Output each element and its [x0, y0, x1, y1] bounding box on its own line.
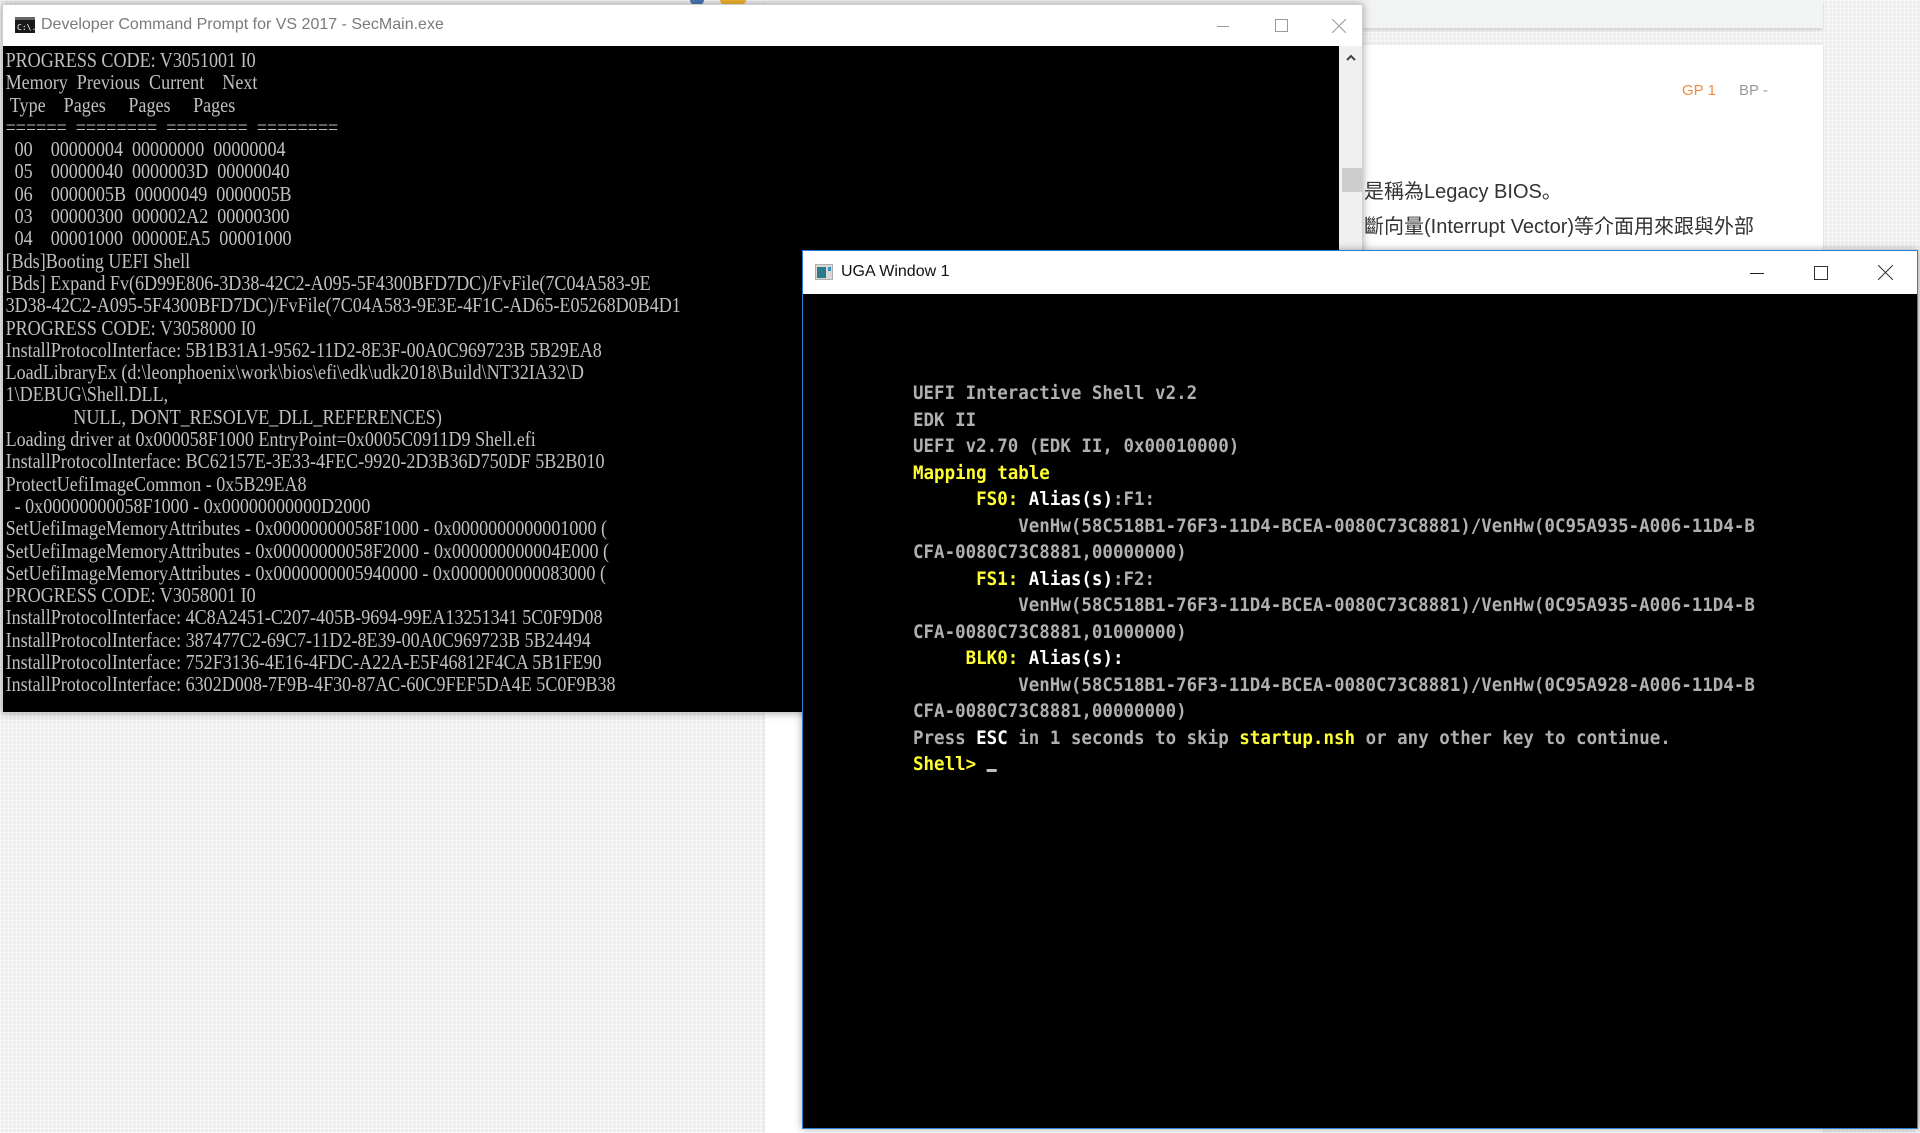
- console-line: SetUefiImageMemoryAttributes - 0x0000000…: [5, 516, 608, 541]
- console-line: 03 00000300 000002A2 00000300: [5, 204, 290, 229]
- svg-text:C:\.: C:\.: [17, 23, 35, 32]
- alias-label: Alias(s): [1018, 647, 1113, 669]
- maximize-icon: [1274, 19, 1288, 32]
- shell-prompt: Shell>: [913, 753, 987, 775]
- colon: :: [1007, 567, 1019, 590]
- console-line: LoadLibraryEx (d:\leonphoenix\work\bios\…: [5, 360, 584, 385]
- close-button[interactable]: [1853, 251, 1917, 294]
- console-line: 3D38-42C2-A095-5F4300BFD7DC)/FvFile(7C04…: [5, 293, 681, 318]
- shell-version: UEFI v2.70 (EDK II, 0x00010000): [913, 435, 1240, 457]
- console-line: Loading driver at 0x000058F1000 EntryPoi…: [5, 427, 536, 452]
- device-path: VenHw(58C518B1-76F3-11D4-BCEA-0080C73C88…: [913, 514, 1755, 537]
- console-line: InstallProtocolInterface: 387477C2-69C7-…: [5, 627, 591, 652]
- console-window-title: Developer Command Prompt for VS 2017 - S…: [41, 16, 444, 33]
- device-path: CFA-0080C73C8881,00000000): [913, 700, 1187, 722]
- text-cursor[interactable]: [986, 769, 997, 772]
- mapping-name: FS0: [976, 488, 1008, 510]
- console-line: InstallProtocolInterface: 6302D008-7F9B-…: [5, 672, 616, 697]
- alias-label: Alias(s): [1018, 488, 1113, 510]
- console-line: PROGRESS CODE: V3051001 I0: [5, 48, 256, 72]
- device-path: VenHw(58C518B1-76F3-11D4-BCEA-0080C73C88…: [913, 673, 1755, 696]
- startup-message: Press: [913, 726, 977, 749]
- console-line: PROGRESS CODE: V3058001 I0: [5, 583, 256, 608]
- console-line: 06 0000005B 00000049 0000005B: [5, 181, 292, 206]
- console-line: SetUefiImageMemoryAttributes - 0x0000000…: [5, 560, 607, 585]
- console-line: 1\DEBUG\Shell.DLL,: [5, 382, 169, 407]
- scroll-up-button[interactable]: [1339, 46, 1362, 68]
- console-line: InstallProtocolInterface: 752F3136-4E16-…: [5, 650, 602, 675]
- mapping-name: FS1: [976, 567, 1008, 590]
- device-path: VenHw(58C518B1-76F3-11D4-BCEA-0080C73C88…: [913, 594, 1755, 616]
- uga-title-bar[interactable]: UGA Window 1: [803, 251, 1917, 294]
- alias-label: Alias(s): [1018, 567, 1113, 590]
- console-line: 05 00000040 0000003D 00000040: [5, 159, 290, 184]
- alias-value: :: [1112, 647, 1124, 669]
- console-line: PROGRESS CODE: V3058000 I0: [5, 315, 256, 340]
- console-line: - 0x00000000058F1000 - 0x00000000000D200…: [5, 493, 371, 518]
- gp-score[interactable]: GP 1: [1682, 82, 1716, 99]
- cmd-icon: C:\.: [15, 17, 36, 38]
- colon: :: [1007, 647, 1019, 669]
- console-line: 00 00000004 00000000 00000004: [5, 137, 286, 162]
- console-line: [Bds]Booting UEFI Shell: [5, 248, 191, 273]
- console-line: ProtectUefiImageCommon - 0x5B29EA8: [5, 471, 307, 496]
- uefi-shell-screen[interactable]: UEFI Interactive Shell v2.2 EDK II UEFI …: [803, 294, 1917, 1128]
- uefi-shell-output: UEFI Interactive Shell v2.2 EDK II UEFI …: [913, 380, 1755, 778]
- mapping-table-title: Mapping table: [913, 461, 1050, 484]
- console-line: InstallProtocolInterface: BC62157E-3E33-…: [5, 449, 605, 474]
- shell-banner: EDK II: [913, 408, 977, 431]
- startup-script-name: startup.nsh: [1239, 726, 1356, 749]
- console-line: ====== ======== ======== ========: [5, 114, 339, 139]
- article-text-line: 斷向量(Interrupt Vector)等介面用來跟與外部: [1364, 216, 1755, 238]
- esc-key: ESC: [976, 726, 1008, 749]
- close-button[interactable]: [1316, 5, 1362, 46]
- minimize-icon: [1750, 267, 1764, 279]
- alias-value: :F1:: [1112, 488, 1156, 510]
- console-line: Memory Previous Current Next: [5, 70, 258, 95]
- device-path: CFA-0080C73C8881,00000000): [913, 541, 1187, 563]
- mapping-name: BLK0: [965, 647, 1008, 669]
- maximize-button[interactable]: [1258, 5, 1304, 46]
- shell-banner: UEFI Interactive Shell v2.2: [913, 382, 1198, 404]
- app-window-icon: [814, 263, 834, 285]
- console-line: NULL, DONT_RESOLVE_DLL_REFERENCES): [5, 404, 442, 429]
- uga-window-title: UGA Window 1: [841, 263, 950, 280]
- article-text-line: 是稱為Legacy BIOS。: [1364, 181, 1562, 203]
- uga-window[interactable]: UGA Window 1 UEFI Interactive Shell v2.2…: [802, 250, 1918, 1129]
- device-path: CFA-0080C73C8881,01000000): [913, 620, 1187, 643]
- chevron-up-icon: [1345, 48, 1356, 66]
- console-line: Type Pages Pages Pages: [5, 92, 236, 117]
- minimize-button[interactable]: [1200, 5, 1246, 46]
- scroll-thumb[interactable]: [1342, 168, 1362, 192]
- console-line: SetUefiImageMemoryAttributes - 0x0000000…: [5, 538, 610, 563]
- maximize-icon: [1814, 265, 1828, 280]
- minimize-icon: [1217, 20, 1229, 32]
- maximize-button[interactable]: [1789, 251, 1853, 294]
- console-title-bar[interactable]: C:\. Developer Command Prompt for VS 201…: [3, 5, 1362, 46]
- console-line: InstallProtocolInterface: 5B1B31A1-9562-…: [5, 337, 602, 362]
- close-icon: [1877, 265, 1893, 280]
- console-line: InstallProtocolInterface: 4C8A2451-C207-…: [5, 605, 603, 630]
- close-icon: [1332, 18, 1346, 33]
- startup-message: in 1 seconds to skip: [1007, 726, 1240, 749]
- console-line: [Bds] Expand Fv(6D99E806-3D38-42C2-A095-…: [5, 270, 651, 295]
- startup-message: or any other key to continue.: [1355, 726, 1671, 749]
- minimize-button[interactable]: [1725, 251, 1789, 294]
- console-line: 04 00001000 00000EA5 00001000: [5, 226, 292, 251]
- bp-score[interactable]: BP -: [1739, 82, 1768, 99]
- colon: :: [1007, 488, 1019, 510]
- alias-value: :F2:: [1112, 567, 1156, 590]
